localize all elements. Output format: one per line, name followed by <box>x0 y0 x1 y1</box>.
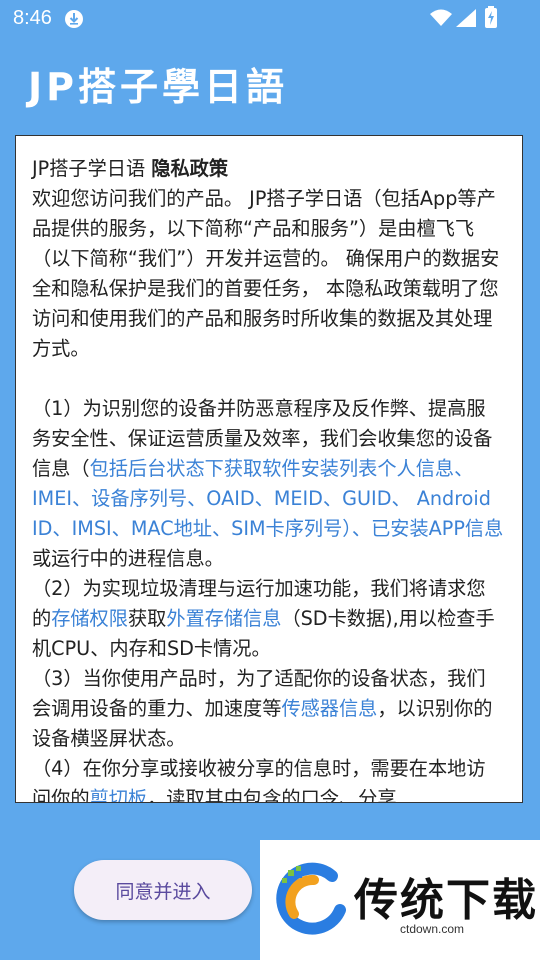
policy-item-1: （1）为识别您的设备并防恶意程序及反作弊、提高服务安全性、保证运营质量及效率，我… <box>32 394 504 574</box>
agree-and-enter-button[interactable]: 同意并进入 <box>74 860 252 920</box>
device-info-link[interactable]: 包括后台状态下获取软件安装列表个人信息、IMEI、设备序列号、OAID、MEID… <box>32 457 503 540</box>
ctdown-logo-icon <box>274 862 350 942</box>
download-icon <box>64 9 84 34</box>
wifi-icon <box>430 8 452 32</box>
policy-title: 隐私政策 <box>151 157 229 180</box>
sensor-info-link[interactable]: 传感器信息 <box>281 697 377 720</box>
policy-app-name: JP搭子学日语 <box>32 157 152 180</box>
privacy-policy-text: JP搭子学日语 隐私政策 欢迎您访问我们的产品。 JP搭子学日语（包括App等产… <box>16 136 522 803</box>
signal-icon <box>456 8 476 32</box>
battery-icon <box>484 6 498 33</box>
privacy-policy-panel[interactable]: JP搭子学日语 隐私政策 欢迎您访问我们的产品。 JP搭子学日语（包括App等产… <box>15 135 523 803</box>
watermark-url: ctdown.com <box>400 922 465 936</box>
policy-intro: 欢迎您访问我们的产品。 JP搭子学日语（包括App等产品提供的服务，以下简称“产… <box>32 187 500 360</box>
status-time: 8:46 <box>13 7 52 29</box>
app-title: JP搭子學日語 <box>28 65 288 109</box>
item-4-tail: ，读取其中包含的口令、分享 <box>147 787 397 803</box>
item-1-tail: 或运行中的进程信息。 <box>32 547 224 570</box>
policy-item-3: （3）当你使用产品时，为了适配你的设备状态，我们会调用设备的重力、加速度等传感器… <box>32 664 504 754</box>
watermark-brand: 传统下载 <box>354 875 538 926</box>
status-bar: 8:46 <box>0 0 540 36</box>
clipboard-link[interactable]: 剪切板 <box>90 787 148 802</box>
storage-permission-link[interactable]: 存储权限 <box>51 607 128 630</box>
policy-item-2: （2）为实现垃圾清理与运行加速功能，我们将请求您的存储权限获取外置存储信息（SD… <box>32 574 504 664</box>
policy-item-4: （4）在你分享或接收被分享的信息时，需要在本地访问你的剪切板，读取其中包含的口令… <box>32 754 504 803</box>
policy-header: JP搭子学日语 隐私政策 <box>32 154 504 184</box>
item-2-mid: 获取 <box>127 607 167 630</box>
watermark-overlay: 传统下载 ctdown.com <box>260 840 540 960</box>
external-storage-link[interactable]: 外置存储信息 <box>166 607 281 630</box>
